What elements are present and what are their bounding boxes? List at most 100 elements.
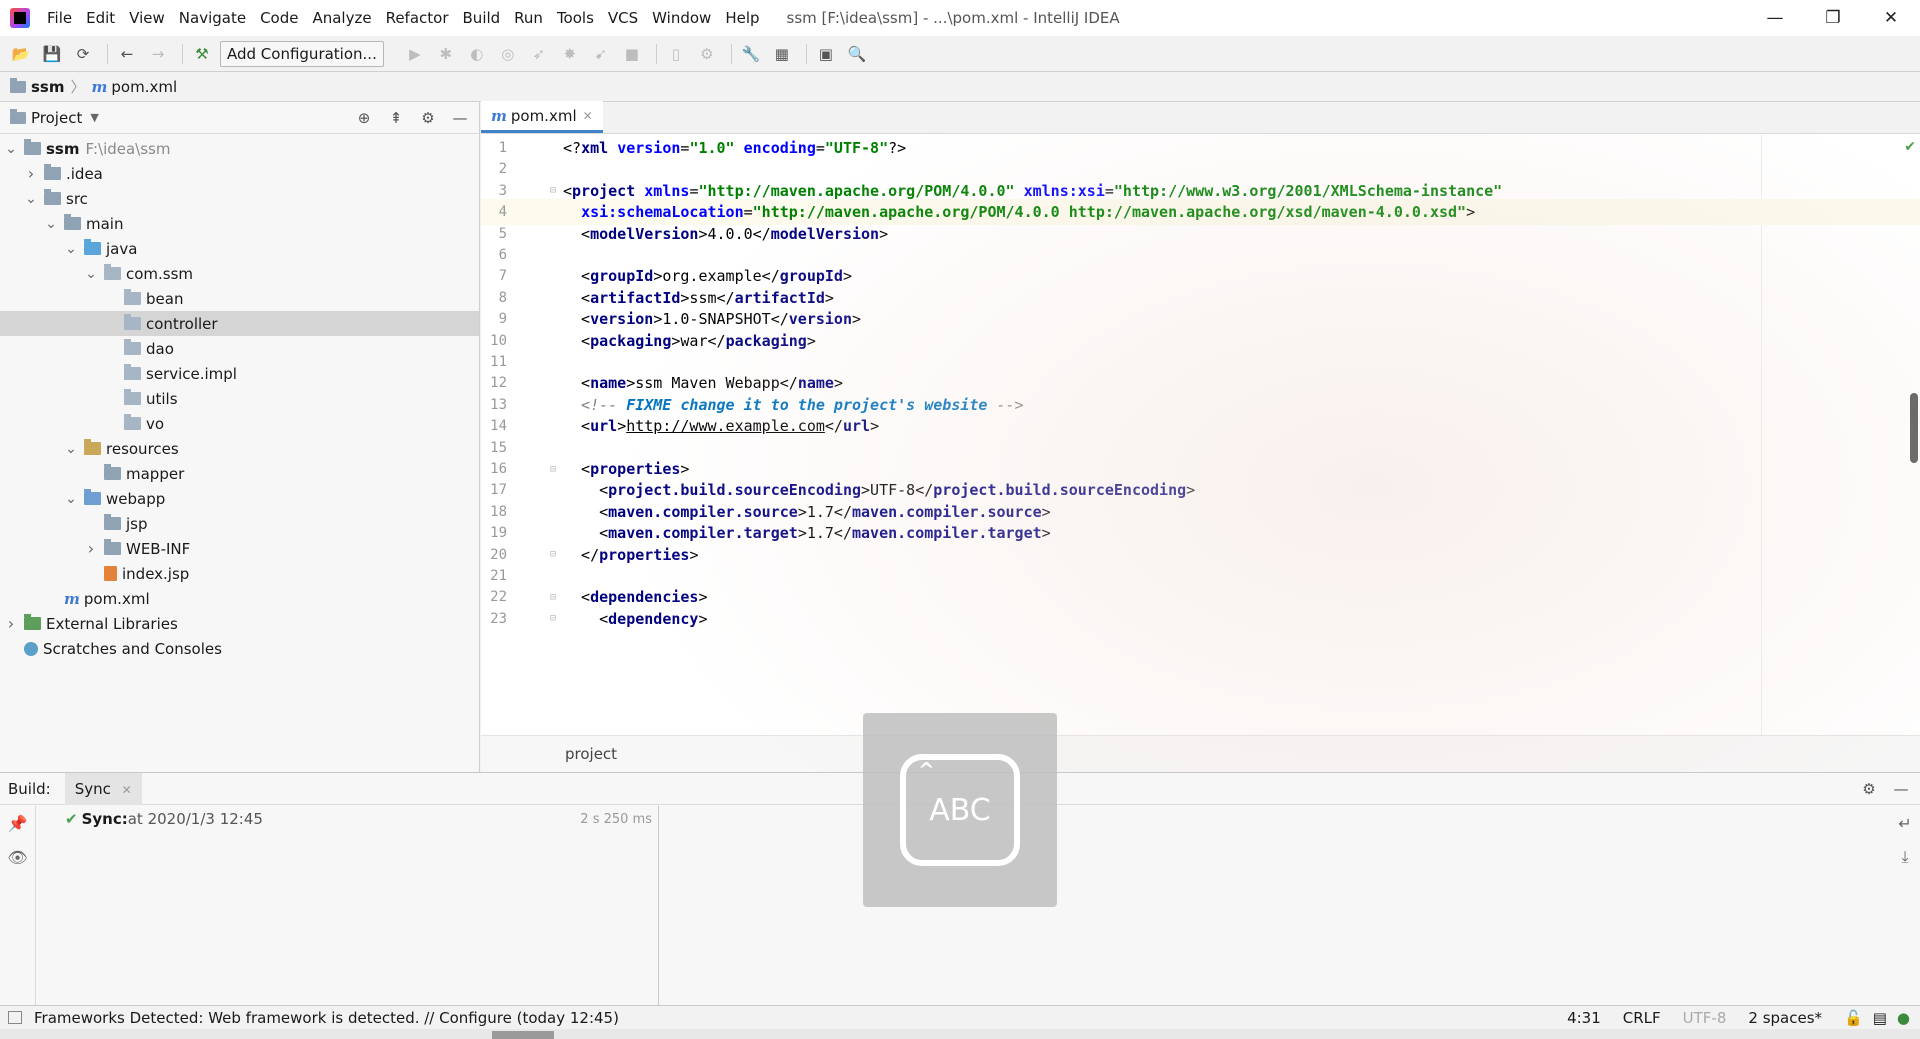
wrench-settings-icon[interactable]: 🔧 [738, 41, 764, 67]
chevron-down-icon[interactable]: ⌄ [64, 241, 78, 257]
locate-target-icon[interactable]: ⊕ [351, 109, 377, 127]
menu-item-edit[interactable]: Edit [79, 0, 122, 36]
tree-item-external-libraries[interactable]: › External Libraries [0, 611, 479, 636]
code-editor[interactable]: ✔ 1 <?xml version="1.0" encoding="UTF-8"?… [481, 135, 1920, 735]
tab-pom-xml[interactable]: m pom.xml ✕ [481, 101, 603, 133]
fold-marker-icon[interactable]: ⊟ [543, 549, 563, 560]
tree-item-utils[interactable]: utils [0, 386, 479, 411]
chevron-down-icon[interactable]: ⌄ [64, 441, 78, 457]
hide-panel-icon[interactable]: — [447, 109, 473, 127]
terminal-window-icon[interactable]: ▣ [813, 41, 839, 67]
minimize-button[interactable]: — [1746, 0, 1804, 36]
gear-icon[interactable]: ⚙ [1856, 780, 1882, 798]
chevron-right-icon[interactable]: › [24, 164, 38, 183]
tree-item-web-inf[interactable]: › WEB-INF [0, 536, 479, 561]
event-log-icon[interactable]: ● [1897, 1009, 1910, 1027]
menu-item-run[interactable]: Run [507, 0, 550, 36]
gear-icon[interactable]: ⚙ [415, 109, 441, 127]
tree-item-com-ssm[interactable]: ⌄ com.ssm [0, 261, 479, 286]
horizontal-scroll-thumb[interactable] [492, 1031, 554, 1039]
tree-item-pom-xml[interactable]: m pom.xml [0, 586, 479, 611]
close-tab-icon[interactable]: ✕ [583, 109, 593, 123]
chevron-down-icon[interactable]: ⌄ [24, 191, 38, 207]
collapse-all-icon[interactable]: ⇞ [383, 109, 409, 127]
sync-result-row[interactable]: ✔ Sync: at 2020/1/3 12:45 2 s 250 ms [37, 806, 658, 832]
code-line[interactable]: 23 ⊟ <dependency> [481, 606, 1920, 632]
forward-arrow-icon[interactable]: → [145, 41, 171, 67]
chevron-down-icon[interactable]: ⌄ [4, 141, 18, 157]
fold-marker-icon[interactable]: ⊟ [543, 185, 563, 196]
tree-item-main[interactable]: ⌄ main [0, 211, 479, 236]
menu-item-help[interactable]: Help [718, 0, 766, 36]
soft-wrap-icon[interactable]: ↵ [1890, 806, 1920, 840]
menu-item-vcs[interactable]: VCS [601, 0, 645, 36]
tree-item-controller[interactable]: controller [0, 311, 479, 336]
tree-item-jsp[interactable]: jsp [0, 511, 479, 536]
attach-icon[interactable]: ➹ [588, 41, 614, 67]
run-icon[interactable]: ▶ [402, 41, 428, 67]
tree-item-service-impl[interactable]: service.impl [0, 361, 479, 386]
tree-item-java[interactable]: ⌄ java [0, 236, 479, 261]
save-all-icon[interactable]: 💾 [39, 41, 65, 67]
chevron-right-icon[interactable]: › [4, 614, 18, 633]
memory-indicator-icon[interactable]: ▤ [1873, 1009, 1887, 1027]
tree-item-src[interactable]: ⌄ src [0, 186, 479, 211]
scroll-to-end-icon[interactable]: ⤓ [1890, 840, 1920, 874]
tree-item-resources[interactable]: ⌄ resources [0, 436, 479, 461]
editor-breadcrumb-item[interactable]: project [565, 745, 617, 763]
rocket-icon[interactable]: ➶ [526, 41, 552, 67]
tree-item-webapp[interactable]: ⌄ webapp [0, 486, 479, 511]
open-folder-icon[interactable]: 📂 [8, 41, 34, 67]
sync-icon[interactable]: ⟳ [70, 41, 96, 67]
fold-marker-icon[interactable]: ⊟ [543, 464, 563, 475]
tree-item-mapper[interactable]: mapper [0, 461, 479, 486]
stop-icon[interactable]: ■ [619, 41, 645, 67]
menu-item-refactor[interactable]: Refactor [379, 0, 456, 36]
back-arrow-icon[interactable]: ← [114, 41, 140, 67]
coverage-icon[interactable]: ◐ [464, 41, 490, 67]
hide-panel-icon[interactable]: — [1888, 780, 1914, 798]
menu-item-code[interactable]: Code [253, 0, 305, 36]
tree-item--idea[interactable]: › .idea [0, 161, 479, 186]
chevron-down-icon[interactable]: ▼ [90, 111, 98, 124]
menu-item-build[interactable]: Build [456, 0, 508, 36]
menu-item-analyze[interactable]: Analyze [305, 0, 378, 36]
chevron-right-icon[interactable]: › [84, 539, 98, 558]
tool-windows-toggle-icon[interactable] [8, 1011, 22, 1024]
tree-item-dao[interactable]: dao [0, 336, 479, 361]
close-tab-icon[interactable]: ✕ [122, 783, 132, 797]
menu-item-window[interactable]: Window [645, 0, 718, 36]
device-icon[interactable]: ▯ [663, 41, 689, 67]
chevron-down-icon[interactable]: ⌄ [44, 216, 58, 232]
tree-item-ssm[interactable]: ⌄ ssm F:\idea\ssm [0, 136, 479, 161]
eye-icon[interactable]: 👁 [0, 840, 35, 874]
tree-item-scratches-and-consoles[interactable]: Scratches and Consoles [0, 636, 479, 661]
search-icon[interactable]: 🔍 [844, 41, 870, 67]
build-hammer-icon[interactable]: ⚒ [189, 41, 215, 67]
breadcrumb-project[interactable]: ssm [10, 77, 65, 96]
tree-item-index-jsp[interactable]: index.jsp [0, 561, 479, 586]
tree-item-vo[interactable]: vo [0, 411, 479, 436]
fold-marker-icon[interactable]: ⊟ [543, 613, 563, 624]
menu-item-tools[interactable]: Tools [550, 0, 601, 36]
profile-icon[interactable]: ◎ [495, 41, 521, 67]
lock-icon[interactable]: 🔓 [1844, 1009, 1863, 1027]
tab-sync[interactable]: Sync ✕ [64, 772, 142, 805]
pin-icon[interactable]: 📌 [0, 806, 35, 840]
debug-icon[interactable]: ✱ [433, 41, 459, 67]
add-configuration-button[interactable]: Add Configuration... [220, 40, 384, 67]
menu-item-file[interactable]: File [40, 0, 79, 36]
breadcrumb-file[interactable]: m pom.xml [92, 78, 178, 96]
menu-item-view[interactable]: View [122, 0, 172, 36]
status-message[interactable]: Frameworks Detected: Web framework is de… [34, 1009, 619, 1027]
file-encoding[interactable]: UTF-8 [1683, 1009, 1727, 1027]
chevron-down-icon[interactable]: ⌄ [64, 491, 78, 507]
fold-marker-icon[interactable]: ⊟ [543, 592, 563, 603]
chevron-down-icon[interactable]: ⌄ [84, 266, 98, 282]
update-running-icon[interactable]: ⚙ [694, 41, 720, 67]
caret-position[interactable]: 4:31 [1567, 1009, 1601, 1027]
indent-setting[interactable]: 2 spaces* [1748, 1009, 1822, 1027]
project-view-selector[interactable]: Project [31, 109, 82, 127]
menu-item-navigate[interactable]: Navigate [172, 0, 253, 36]
project-structure-icon[interactable]: ▦ [769, 41, 795, 67]
